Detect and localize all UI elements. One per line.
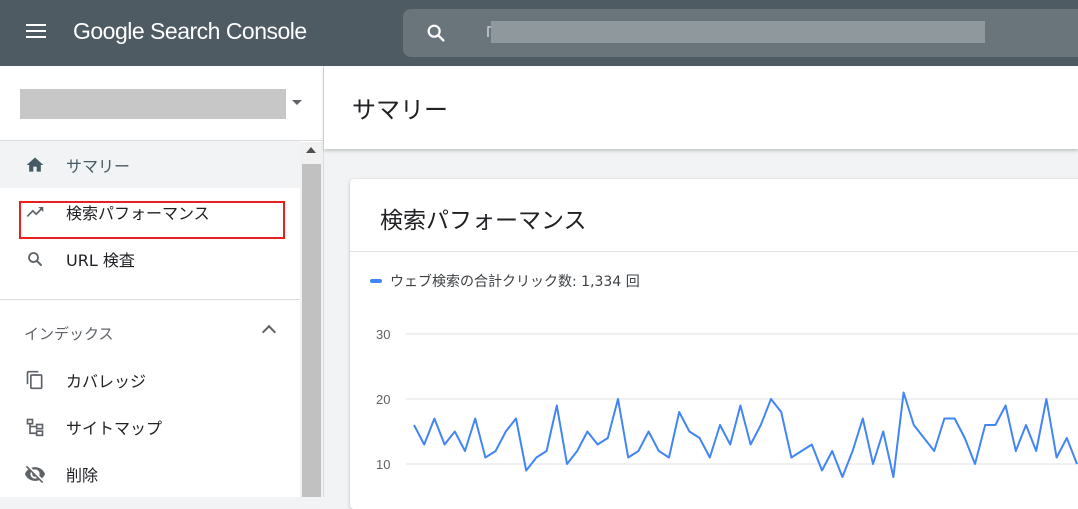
property-selector[interactable] xyxy=(0,66,323,141)
scroll-thumb[interactable] xyxy=(302,164,321,497)
clicks-line-chart: 30 20 10 xyxy=(376,327,1078,478)
performance-card[interactable]: 検索パフォーマンス ウェブ検索の合計クリック数: 1,334 回 30 20 10 xyxy=(350,179,1078,509)
home-icon xyxy=(24,154,46,176)
card-title[interactable]: 検索パフォーマンス xyxy=(380,201,587,235)
nav-label-coverage: カバレッジ xyxy=(66,371,147,391)
nav-item-summary[interactable]: サマリー xyxy=(0,141,300,188)
redacted-property-name xyxy=(20,89,286,119)
search-box[interactable] xyxy=(403,9,1078,57)
y-tick-label: 30 xyxy=(376,327,390,342)
y-tick-label: 10 xyxy=(376,457,390,472)
nav-item-sitemaps[interactable]: サイトマップ xyxy=(0,403,300,450)
dropdown-arrow-icon[interactable] xyxy=(292,100,302,105)
nav-label-url-inspection: URL 検査 xyxy=(66,250,135,270)
y-tick-label: 20 xyxy=(376,392,390,407)
legend-text: ウェブ検索の合計クリック数: 1,334 回 xyxy=(390,274,640,290)
nav-item-removals[interactable]: 削除 xyxy=(0,450,300,497)
page-header: サマリー xyxy=(324,66,1078,149)
nav-divider xyxy=(0,299,300,300)
menu-icon[interactable] xyxy=(26,21,48,43)
highlight-annotation xyxy=(19,201,285,239)
app-title[interactable]: Google Search Console xyxy=(73,16,307,46)
copy-icon xyxy=(24,369,46,391)
sidebar: サマリー 検索パフォーマンス URL 検査 インデックス カバレッジ サイトマッ… xyxy=(0,66,324,497)
page-title: サマリー xyxy=(352,96,448,124)
top-app-bar: Google Search Console xyxy=(0,0,1078,66)
nav-item-url-inspection[interactable]: URL 検査 xyxy=(0,235,300,282)
search-icon[interactable] xyxy=(425,22,447,44)
section-title-index: インデックス xyxy=(24,325,114,343)
redacted-search-text xyxy=(491,21,985,43)
nav-label-summary: サマリー xyxy=(66,156,131,176)
scroll-up-arrow-icon[interactable] xyxy=(306,147,316,153)
section-header-index[interactable]: インデックス xyxy=(0,310,300,356)
nav-label-removals: 削除 xyxy=(66,465,99,485)
nav-item-coverage[interactable]: カバレッジ xyxy=(0,356,300,403)
card-divider xyxy=(350,251,1078,252)
nav-label-sitemaps: サイトマップ xyxy=(66,418,163,438)
sitemap-icon xyxy=(24,416,46,438)
sidebar-scrollbar[interactable] xyxy=(300,142,323,497)
legend-swatch xyxy=(370,279,382,283)
visibility-off-icon xyxy=(24,463,46,485)
search-icon xyxy=(24,248,46,270)
chevron-up-icon[interactable] xyxy=(261,324,277,340)
index-nav: カバレッジ サイトマップ 削除 xyxy=(0,356,300,497)
chart-legend: ウェブ検索の合計クリック数: 1,334 回 xyxy=(370,271,640,291)
